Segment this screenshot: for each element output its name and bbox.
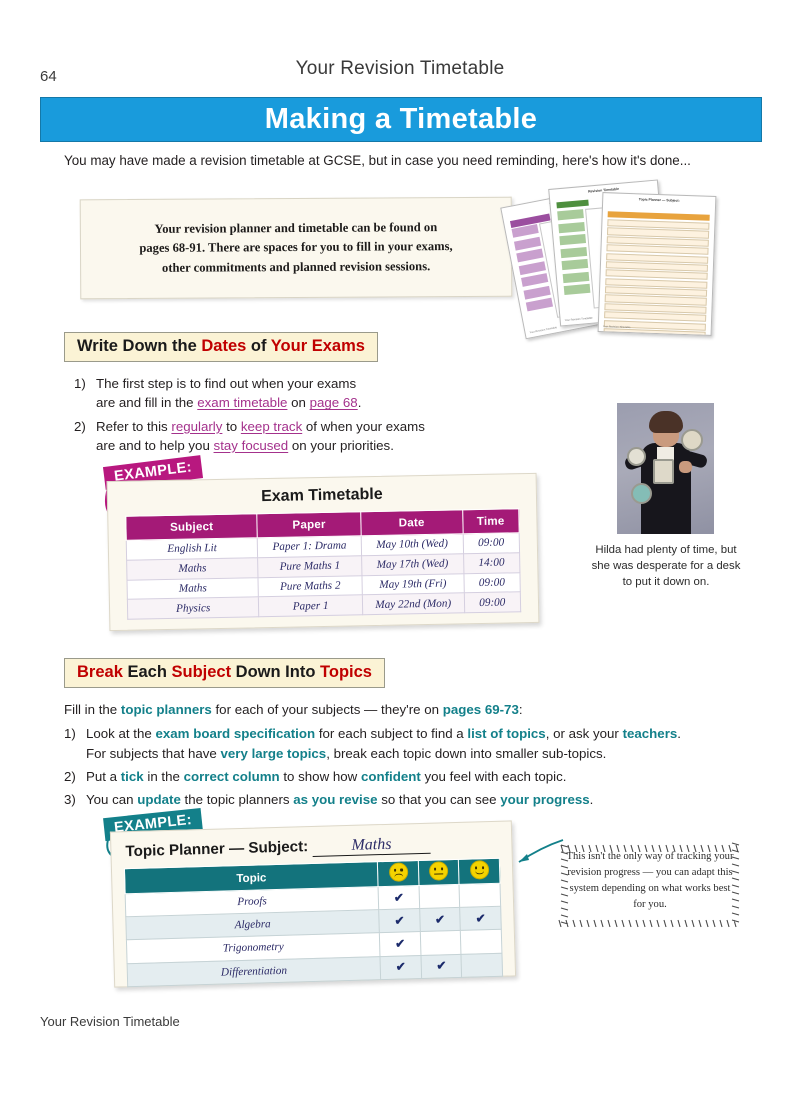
cell-tick: ✔: [460, 906, 502, 931]
column-face-happy: [458, 858, 500, 885]
list-item: 1) Look at the exam board specification …: [64, 726, 681, 761]
topic-planner-title: Topic Planner — Subject:: [125, 838, 309, 861]
woman-holding-clocks-photo: [617, 403, 714, 534]
cell-tick: ✔: [380, 955, 422, 980]
column-paper: Paper: [257, 511, 362, 538]
cell-subject: Maths: [126, 577, 259, 600]
exam-timetable-title: Exam Timetable: [260, 485, 383, 506]
section2-lead: Fill in the topic planners for each of y…: [64, 702, 523, 717]
cell-tick: [460, 929, 502, 954]
emph-keep-track: keep track: [240, 418, 303, 434]
cell-paper: Paper 1: Drama: [257, 535, 362, 558]
column-time: Time: [462, 508, 520, 534]
intro-paragraph: You may have made a revision timetable a…: [64, 153, 691, 168]
cell-time: 14:00: [463, 552, 520, 574]
section1-list: 1) The first step is to find out when yo…: [74, 374, 544, 459]
cell-time: 09:00: [462, 532, 520, 554]
cell-tick: ✔: [378, 885, 420, 910]
topic-planner-table: Topic Proofs ✔ Algebra ✔ ✔ ✔ Trigonometr…: [124, 858, 503, 987]
cell-date: May 22nd (Mon): [362, 593, 465, 615]
cell-date: May 10th (Wed): [361, 533, 464, 556]
exam-timetable-card: Exam Timetable Subject Paper Date Time E…: [106, 472, 540, 632]
column-face-neutral: [418, 859, 460, 886]
cell-tick: ✔: [379, 931, 421, 957]
emph-stay-focused: stay focused: [213, 437, 289, 453]
topic-planner-sheet-orange: Topic Planner — Subject: Your Revision T…: [597, 192, 717, 336]
link-exam-timetable: exam timetable: [197, 395, 288, 411]
cell-tick: [459, 883, 501, 908]
cell-tick: [420, 930, 462, 956]
cell-time: 09:00: [463, 592, 521, 613]
revision-planner-note-box: Your revision planner and timetable can …: [79, 196, 513, 300]
cell-paper: Pure Maths 2: [258, 575, 363, 598]
list-item: 2) Refer to this regularly to keep track…: [74, 418, 425, 453]
planner-sheets-thumbnail-group: Monthly Planner Your Revision Timetable …: [500, 178, 717, 340]
cell-subject: Physics: [127, 597, 260, 620]
cell-subject: Maths: [126, 557, 259, 580]
cell-date: May 17th (Wed): [361, 553, 464, 576]
subject-value: Maths: [351, 835, 392, 854]
face-happy-icon: [469, 860, 490, 880]
sunburst-note-text: This isn't the only way of tracking your…: [566, 851, 734, 910]
subject-blank: Maths: [312, 834, 431, 857]
section-heading-dates: Write Down the Dates of Your Exams: [64, 332, 378, 362]
running-head: Your Revision Timetable: [295, 58, 505, 79]
cell-tick: ✔: [420, 953, 462, 979]
page-title: Making a Timetable: [264, 103, 538, 135]
topic-planner-card: Topic Planner — Subject: Maths Topic Pro…: [109, 820, 517, 988]
emph-regularly: regularly: [171, 418, 223, 434]
section-heading-topics: Break Each Subject Down Into Topics: [64, 658, 385, 688]
topic-planner-title-line: Topic Planner — Subject: Maths: [125, 832, 511, 862]
link-page-68: page 68: [309, 395, 358, 411]
photo-caption: Hilda had plenty of time, but she was de…: [591, 544, 741, 588]
cell-tick: [461, 952, 503, 978]
cell-time: 09:00: [463, 572, 521, 594]
cell-tick: ✔: [378, 908, 421, 934]
cell-paper: Pure Maths 1: [257, 555, 362, 578]
note-line-2: pages 68-91. There are spaces for you to…: [139, 239, 453, 256]
list-item: 2) Put a tick in the correct column to s…: [64, 768, 567, 784]
column-date: Date: [360, 509, 463, 536]
cell-tick: [418, 884, 461, 909]
face-neutral-icon: [428, 861, 449, 881]
face-confused-icon: [388, 862, 408, 882]
cell-paper: Paper 1: [258, 595, 363, 617]
column-subject: Subject: [125, 513, 258, 541]
section2-list: Fill in the topic planners for each of y…: [64, 700, 754, 813]
topic-planner-connector-arrow: [518, 839, 564, 863]
sunburst-note: This isn't the only way of tracking your…: [552, 836, 748, 936]
note-line-1: Your revision planner and timetable can …: [154, 219, 438, 236]
exam-timetable-table: Subject Paper Date Time English Lit Pape…: [125, 508, 521, 620]
page-title-banner: Making a Timetable: [40, 97, 762, 142]
list-item: 3) You can update the topic planners as …: [64, 792, 594, 808]
cell-date: May 19th (Fri): [361, 573, 464, 596]
page-footer: Your Revision Timetable: [40, 1014, 180, 1029]
list-item: 1) The first step is to find out when yo…: [74, 376, 362, 411]
note-line-3: other commitments and planned revision s…: [161, 258, 431, 275]
page: 64 Your Revision Timetable Making a Time…: [0, 0, 800, 1096]
cell-subject: English Lit: [126, 537, 258, 561]
cell-tick: ✔: [419, 907, 461, 932]
column-face-confused: [377, 860, 419, 887]
